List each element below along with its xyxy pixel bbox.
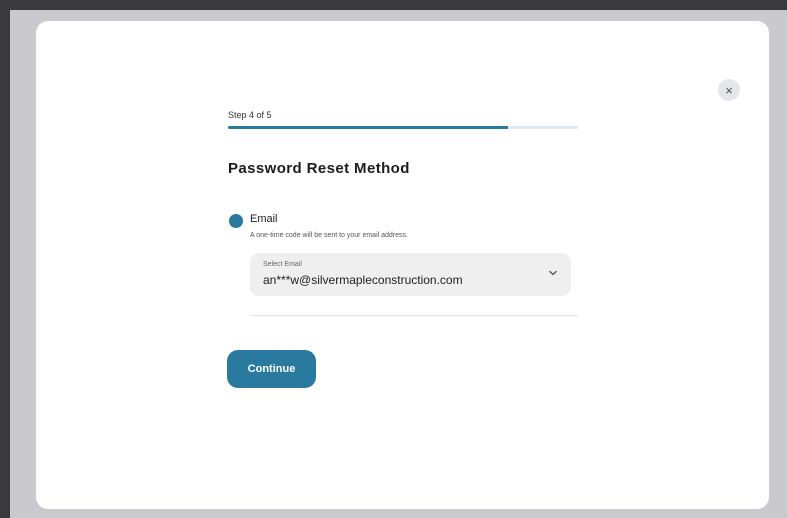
email-radio-button[interactable]: [229, 214, 243, 228]
continue-button[interactable]: Continue: [227, 350, 316, 388]
progress-fill: [228, 126, 508, 129]
select-caption: Select Email: [263, 261, 302, 268]
progress-bar: [228, 126, 578, 129]
step-indicator: Step 4 of 5: [228, 110, 272, 120]
select-value: an***w@silvermapleconstruction.com: [263, 273, 463, 287]
email-option-label[interactable]: Email: [250, 213, 278, 225]
email-option-description: A one-time code will be sent to your ema…: [250, 232, 408, 239]
window-frame-top: [0, 0, 787, 10]
chevron-down-icon: [549, 270, 557, 276]
window-frame-left: [0, 0, 10, 518]
close-icon: ×: [725, 82, 733, 98]
email-select[interactable]: Select Email an***w@silvermapleconstruct…: [250, 253, 571, 296]
page-title: Password Reset Method: [228, 160, 410, 177]
divider: [250, 315, 578, 316]
close-button[interactable]: ×: [718, 79, 740, 101]
